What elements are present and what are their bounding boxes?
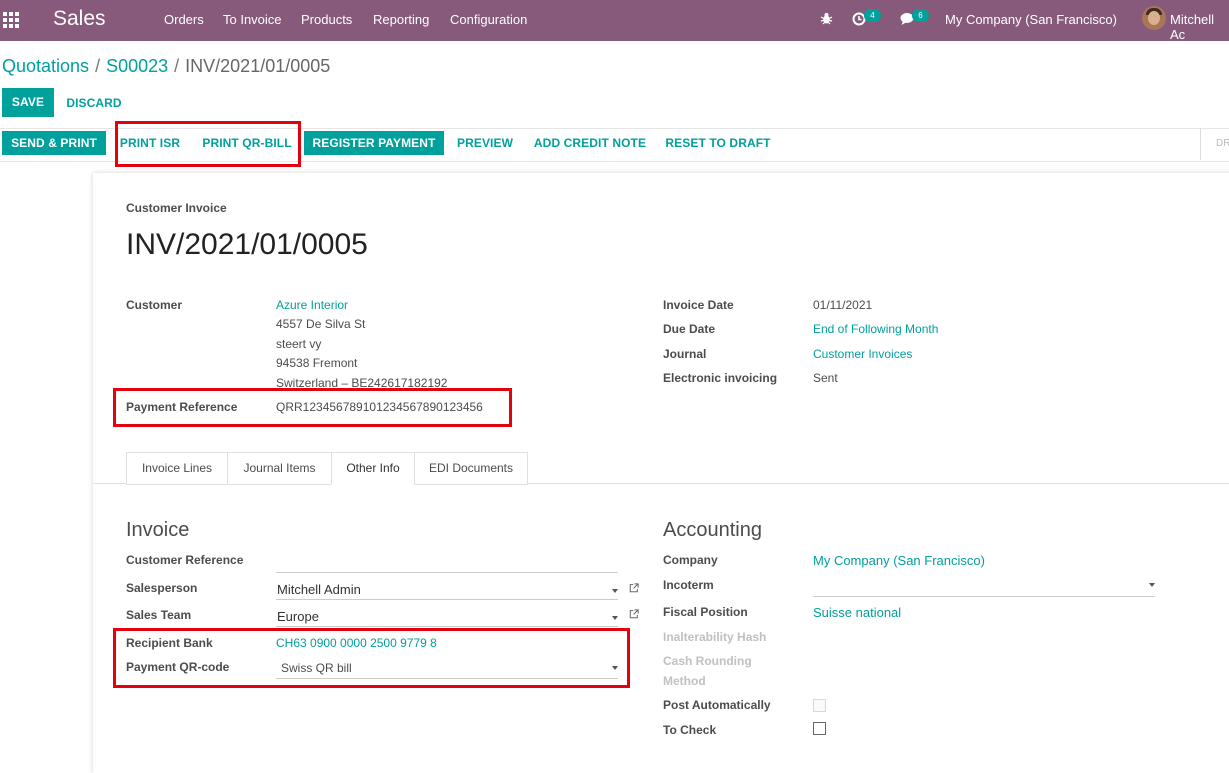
- external-link-icon[interactable]: [629, 609, 639, 619]
- invoice-number-title: INV/2021/01/0005: [126, 228, 368, 261]
- register-payment-button[interactable]: REGISTER PAYMENT: [304, 131, 444, 155]
- menu-reporting[interactable]: Reporting: [373, 12, 429, 27]
- breadcrumb-sale-order[interactable]: S00023: [106, 56, 168, 76]
- due-date-value[interactable]: End of Following Month: [813, 322, 938, 336]
- salesperson-dropdown-icon[interactable]: [612, 589, 618, 593]
- customer-label: Customer: [126, 298, 183, 312]
- reset-to-draft-button[interactable]: RESET TO DRAFT: [660, 131, 776, 155]
- highlight-print-buttons: [115, 121, 301, 167]
- recipient-bank-label: Recipient Bank: [126, 636, 213, 650]
- breadcrumb: Quotations / S00023/INV/2021/01/0005: [2, 56, 330, 77]
- top-navbar: Sales Orders To Invoice Products Reporti…: [0, 0, 1229, 42]
- journal-value[interactable]: Customer Invoices: [813, 347, 912, 361]
- einvoicing-value: Sent: [813, 371, 838, 385]
- apps-menu-icon[interactable]: [3, 12, 20, 28]
- sales-team-dropdown-icon[interactable]: [612, 616, 618, 620]
- salesperson-label: Salesperson: [126, 581, 198, 595]
- invoice-section-title: Invoice: [126, 519, 190, 541]
- payment-reference-label: Payment Reference: [126, 400, 238, 414]
- fiscal-position-label: Fiscal Position: [663, 605, 748, 619]
- cash-rounding-label: Cash Rounding: [663, 654, 752, 668]
- incoterm-label: Incoterm: [663, 578, 714, 592]
- discard-button[interactable]: DISCARD: [59, 91, 129, 115]
- invoice-type-label: Customer Invoice: [126, 201, 227, 215]
- breadcrumb-quotations[interactable]: Quotations: [2, 56, 89, 76]
- menu-products[interactable]: Products: [301, 12, 352, 27]
- user-menu[interactable]: Mitchell Ac: [1170, 12, 1229, 42]
- customer-name-link[interactable]: Azure Interior: [276, 298, 348, 312]
- incoterm-underline: [813, 596, 1155, 597]
- payment-qr-underline: [276, 678, 618, 679]
- recipient-bank-link[interactable]: CH63 0900 0000 2500 9779 8: [276, 636, 437, 650]
- sales-team-label: Sales Team: [126, 608, 192, 622]
- to-check-label: To Check: [663, 723, 717, 737]
- to-check-checkbox[interactable]: [813, 722, 826, 735]
- company-link[interactable]: My Company (San Francisco): [813, 553, 985, 568]
- send-print-button[interactable]: SEND & PRINT: [2, 131, 106, 155]
- post-automatically-checkbox[interactable]: [813, 699, 826, 712]
- customer-reference-underline: [276, 572, 618, 573]
- external-link-icon[interactable]: [629, 583, 639, 593]
- payment-qr-select[interactable]: Swiss QR bill: [281, 661, 352, 675]
- salesperson-select[interactable]: Mitchell Admin: [277, 582, 361, 597]
- fiscal-position-link[interactable]: Suisse national: [813, 605, 901, 620]
- customer-address-line: steert vy: [276, 337, 322, 351]
- incoterm-dropdown-icon[interactable]: [1149, 583, 1155, 587]
- payment-qr-dropdown-icon[interactable]: [612, 666, 618, 670]
- menu-orders[interactable]: Orders: [164, 12, 204, 27]
- add-credit-note-button[interactable]: ADD CREDIT NOTE: [528, 131, 652, 155]
- tab-other-info[interactable]: Other Info: [331, 452, 415, 485]
- user-avatar[interactable]: [1142, 6, 1166, 30]
- menu-configuration[interactable]: Configuration: [450, 12, 527, 27]
- cash-rounding-label-2: Method: [663, 674, 706, 688]
- app-name[interactable]: Sales: [53, 7, 106, 31]
- customer-reference-label: Customer Reference: [126, 553, 244, 567]
- preview-button[interactable]: PREVIEW: [450, 131, 520, 155]
- invoice-date-label: Invoice Date: [663, 298, 734, 312]
- tab-edi-documents[interactable]: EDI Documents: [414, 452, 528, 485]
- messages-badge: 6: [912, 9, 929, 22]
- company-label: Company: [663, 553, 718, 567]
- customer-address-line: 94538 Fremont: [276, 356, 358, 370]
- due-date-label: Due Date: [663, 322, 716, 336]
- salesperson-underline: [276, 599, 618, 600]
- breadcrumb-current: INV/2021/01/0005: [185, 56, 331, 76]
- tab-journal-items[interactable]: Journal Items: [227, 452, 332, 485]
- einvoicing-label: Electronic invoicing: [663, 371, 778, 385]
- inalterability-hash-label: Inalterability Hash: [663, 630, 767, 644]
- breadcrumb-separator: /: [174, 56, 180, 76]
- invoice-date-value[interactable]: 01/11/2021: [813, 298, 872, 312]
- debug-bug-icon[interactable]: [820, 12, 833, 25]
- company-switcher[interactable]: My Company (San Francisco): [945, 12, 1117, 27]
- status-draft[interactable]: DR: [1216, 138, 1229, 149]
- post-automatically-label: Post Automatically: [663, 698, 771, 712]
- journal-label: Journal: [663, 347, 707, 361]
- sales-team-select[interactable]: Europe: [277, 609, 319, 624]
- activity-badge: 4: [864, 9, 881, 22]
- customer-address-line: 4557 De Silva St: [276, 317, 366, 331]
- tab-invoice-lines[interactable]: Invoice Lines: [126, 452, 228, 485]
- breadcrumb-separator: /: [95, 56, 101, 76]
- save-button[interactable]: SAVE: [2, 88, 54, 117]
- payment-reference-value[interactable]: QRR12345678910123456789012345​6: [276, 400, 483, 414]
- payment-qr-label: Payment QR-code: [126, 660, 230, 674]
- menu-to-invoice[interactable]: To Invoice: [223, 12, 282, 27]
- sales-team-underline: [276, 626, 618, 627]
- accounting-section-title: Accounting: [663, 519, 762, 541]
